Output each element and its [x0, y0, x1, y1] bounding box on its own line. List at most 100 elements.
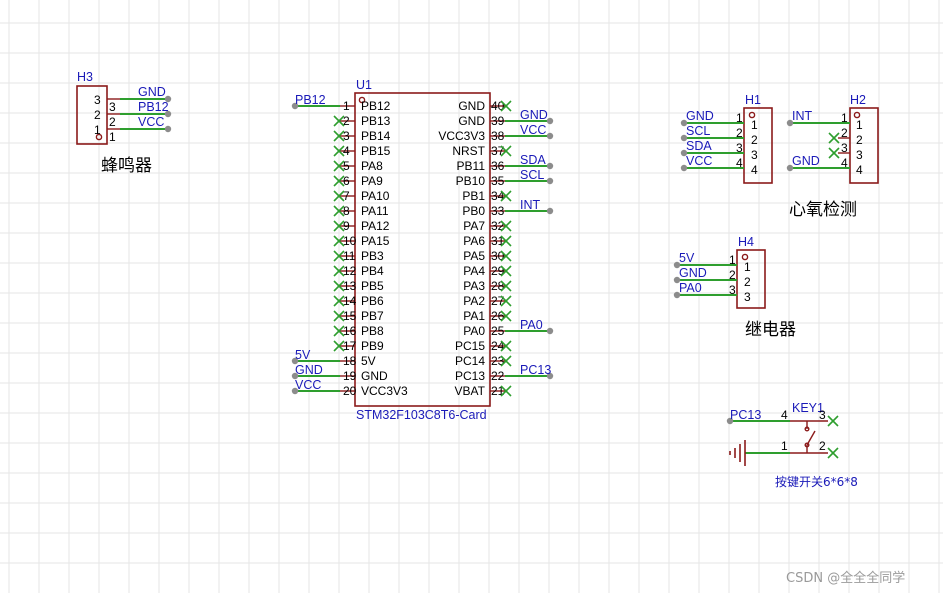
u1-pin-name: PA12 — [361, 219, 390, 233]
net-label-gnd[interactable]: GND — [792, 154, 820, 168]
net-label-5v[interactable]: 5V — [679, 251, 695, 265]
net-label-vcc[interactable]: VCC — [686, 154, 712, 168]
u1-pin-name: PB7 — [361, 309, 384, 323]
net-label-vcc[interactable]: VCC — [295, 378, 321, 392]
u1-pin-name: GND — [361, 369, 388, 383]
h2-body — [849, 107, 879, 184]
u1-pin-name: PA4 — [463, 264, 485, 278]
u1-pin-num: 35 — [491, 174, 505, 188]
u1-pin-name: PA1 — [463, 309, 485, 323]
u1-pin-num: 36 — [491, 159, 505, 173]
u1-pin-name: PA11 — [361, 204, 389, 218]
wire-end-dot — [546, 132, 554, 140]
net-label-pc13[interactable]: PC13 — [520, 363, 551, 377]
u1-pin-name: 5V — [361, 354, 376, 368]
u1-pin-num: 10 — [343, 234, 357, 248]
net-label-gnd[interactable]: GND — [295, 363, 323, 377]
wire-end-dot — [546, 162, 554, 170]
u1-pin-name: PB0 — [462, 204, 485, 218]
net-label-vcc[interactable]: VCC — [520, 123, 546, 137]
net-label-sda[interactable]: SDA — [520, 153, 546, 167]
h3-component[interactable]: H3 3 2 1 3 2 1 GND PB12 VCC 蜂鸣器 — [76, 70, 172, 176]
u1-pin-name: PA3 — [463, 279, 485, 293]
u1-pin-num: 26 — [491, 309, 505, 323]
u1-ref: U1 — [356, 78, 372, 92]
net-label-pb12[interactable]: PB12 — [295, 93, 326, 107]
u1-pin-name: PA7 — [463, 219, 485, 233]
h4-pin-label-3: 3 — [744, 290, 751, 304]
u1-pin-name: PB11 — [457, 159, 486, 173]
net-label-pa0[interactable]: PA0 — [520, 318, 543, 332]
key1-no-connect-2 — [827, 447, 839, 459]
h1-component[interactable]: H1 1 2 3 4 1 2 3 4 GND SCL SDA VCC — [680, 93, 773, 184]
h3-pin-num-2: 2 — [109, 115, 116, 129]
h3-label-buzzer: 蜂鸣器 — [101, 156, 152, 176]
key1-component[interactable]: KEY1 PC13 4 3 1 2 按键开关6*6*8 — [726, 401, 858, 489]
u1-pin-name: PB4 — [361, 264, 384, 278]
u1-component[interactable]: U1 1 PB122 PB133 PB144 PB155 PA86 PA97 PA108 PA1… — [291, 78, 554, 422]
schematic-svg[interactable]: H3 3 2 1 3 2 1 GND PB12 VCC 蜂鸣器 U1 1 PB12… — [0, 0, 943, 593]
net-label-int[interactable]: INT — [520, 198, 541, 212]
h4-component[interactable]: H4 1 2 3 1 2 3 5V GND PA0 继电器 — [673, 235, 796, 340]
schematic-canvas[interactable]: H3 3 2 1 3 2 1 GND PB12 VCC 蜂鸣器 U1 1 PB12… — [0, 0, 943, 593]
h2-label-oximeter: 心氧检测 — [789, 200, 857, 220]
u1-pin-num: 29 — [491, 264, 505, 278]
net-label-vcc[interactable]: VCC — [138, 115, 164, 129]
u1-pin-num: 20 — [343, 384, 357, 398]
h2-component[interactable]: H2 1 2 3 4 1 2 3 4 INT GND 心氧检测 — [786, 93, 879, 220]
net-label-gnd[interactable]: GND — [520, 108, 548, 122]
net-label-int[interactable]: INT — [792, 109, 813, 123]
u1-pin-num: 15 — [343, 309, 357, 323]
h3-pin-label-3: 3 — [94, 93, 101, 107]
net-label-scl[interactable]: SCL — [686, 124, 710, 138]
u1-pin-name: PB1 — [462, 189, 485, 203]
u1-pin-name: PB15 — [361, 144, 391, 158]
u1-pin-num: 21 — [491, 384, 505, 398]
wire-end-dot — [546, 177, 554, 185]
h1-pin-label-2: 2 — [751, 133, 758, 147]
h2-pin-label-4: 4 — [856, 163, 863, 177]
h3-pin-num-3: 3 — [109, 100, 116, 114]
u1-pin-num: 32 — [491, 219, 505, 233]
h1-pin-label-1: 1 — [751, 118, 758, 132]
key1-pin-num-3: 3 — [819, 408, 826, 422]
net-label-sda[interactable]: SDA — [686, 139, 712, 153]
h2-pin-label-3: 3 — [856, 148, 863, 162]
u1-pin-num: 27 — [491, 294, 505, 308]
u1-pin-name: PB5 — [361, 279, 384, 293]
h1-pin-label-4: 4 — [751, 163, 758, 177]
net-label-5v[interactable]: 5V — [295, 348, 311, 362]
u1-pin-num: 39 — [491, 114, 505, 128]
h4-pin-label-1: 1 — [744, 260, 751, 274]
h3-pin-label-1: 1 — [94, 123, 101, 137]
net-label-gnd[interactable]: GND — [686, 109, 714, 123]
u1-pin-num: 16 — [343, 324, 357, 338]
u1-pin-num: 18 — [343, 354, 357, 368]
u1-pin-num: 24 — [491, 339, 505, 353]
net-label-pa0[interactable]: PA0 — [679, 281, 702, 295]
net-label-gnd[interactable]: GND — [138, 85, 166, 99]
key1-pin-num-4: 4 — [781, 408, 788, 422]
u1-pin-num: 30 — [491, 249, 505, 263]
u1-pin-name: PB9 — [361, 339, 384, 353]
wire-end-dot — [164, 125, 172, 133]
u1-pin-num: 34 — [491, 189, 505, 203]
h3-body — [76, 85, 108, 145]
u1-pin-name: PB14 — [361, 129, 391, 143]
u1-pin-num: 17 — [343, 339, 357, 353]
h3-pin-num-1: 1 — [109, 130, 116, 144]
wire-end-dot — [546, 207, 554, 215]
key1-pin-num-1: 1 — [781, 439, 788, 453]
u1-pin-num: 37 — [491, 144, 505, 158]
u1-pin-name: PA10 — [361, 189, 390, 203]
h1-body — [743, 107, 773, 184]
h2-ref: H2 — [850, 93, 866, 107]
net-label-gnd[interactable]: GND — [679, 266, 707, 280]
u1-pin-name: VBAT — [455, 384, 486, 398]
u1-pin-num: 25 — [491, 324, 505, 338]
net-label-scl[interactable]: SCL — [520, 168, 544, 182]
h2-no-connect-3 — [828, 147, 840, 159]
net-label-pc13[interactable]: PC13 — [730, 408, 761, 422]
u1-pin-num: 19 — [343, 369, 357, 383]
net-label-pb12[interactable]: PB12 — [138, 100, 169, 114]
